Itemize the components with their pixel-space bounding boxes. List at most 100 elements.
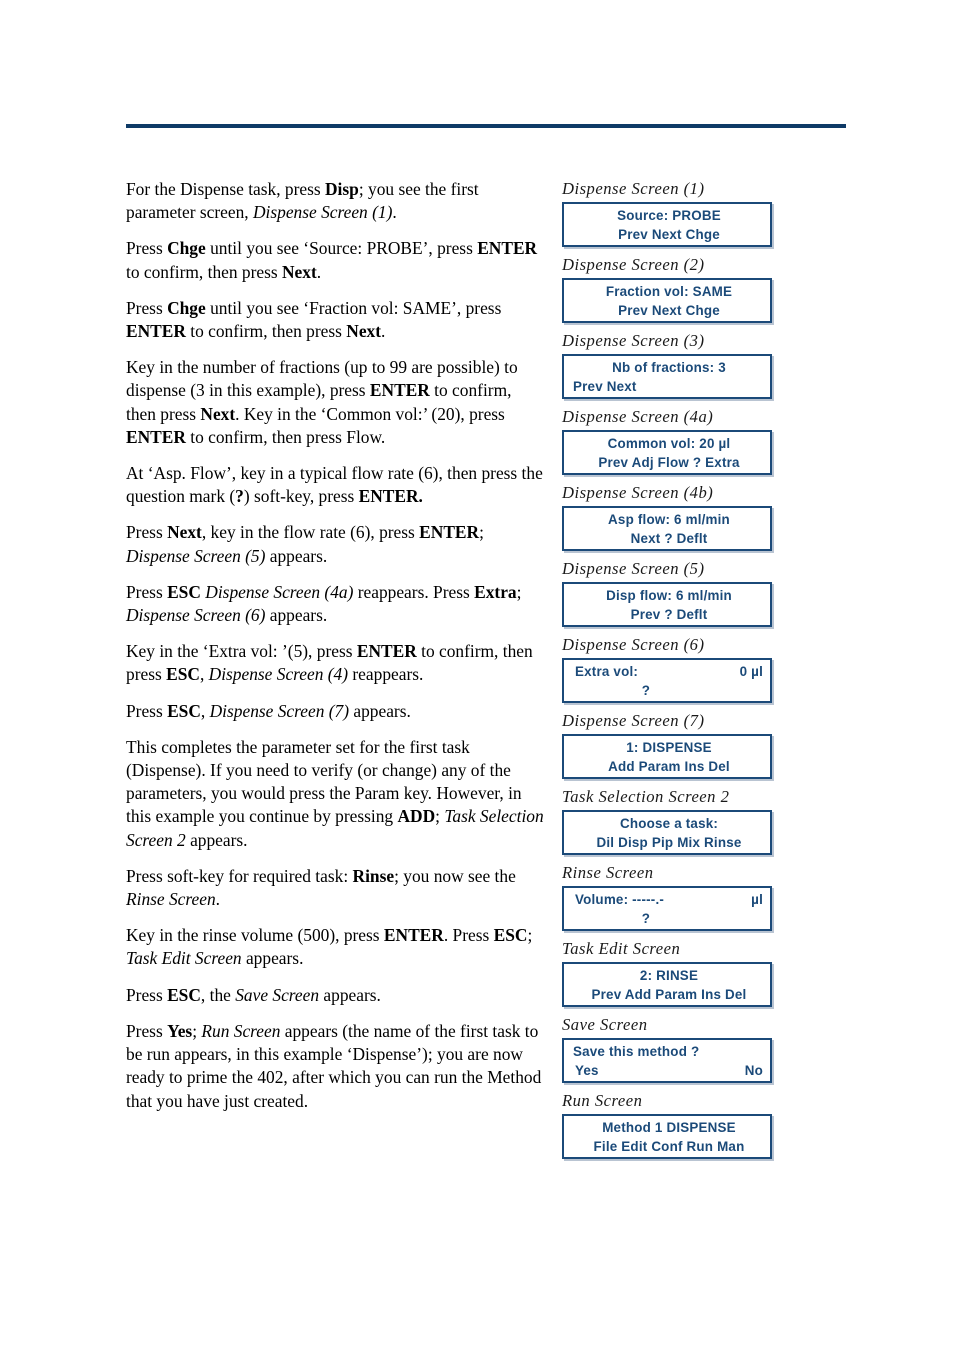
paragraph-text: Press bbox=[126, 1020, 168, 1041]
screen-reference: Task Edit Screen bbox=[126, 948, 242, 969]
paragraph-text: until you see ‘Fraction vol: SAME’, pres… bbox=[205, 297, 502, 318]
emphasis-key-label: ENTER bbox=[477, 238, 538, 259]
lcd-softkey-no[interactable]: No bbox=[745, 1061, 763, 1080]
lcd-softkey-row[interactable]: Prev Next Chge bbox=[564, 301, 774, 320]
lcd-row-1: Method 1 DISPENSE bbox=[602, 1120, 736, 1135]
screen-caption: Task Edit Screen bbox=[562, 939, 681, 958]
lcd-display: 2: RINSE Prev Add Param Ins Del bbox=[562, 962, 772, 1007]
screen-reference: Run Screen bbox=[201, 1020, 281, 1041]
paragraph-text: , bbox=[199, 664, 209, 685]
lcd-softkey-row[interactable]: ? bbox=[564, 909, 774, 928]
instruction-paragraph: At ‘Asp. Flow’, key in a typical flow ra… bbox=[126, 462, 544, 508]
emphasis-key-label: Chge bbox=[167, 297, 206, 318]
screen-illustration: Dispense Screen (4b) Asp flow: 6 ml/min Ne… bbox=[562, 482, 777, 551]
screen-reference: Dispense Screen (5) bbox=[126, 545, 266, 566]
paragraph-text: ; bbox=[192, 1020, 202, 1041]
paragraph-text: Press bbox=[126, 581, 168, 602]
paragraph-text: Key in the ‘Extra vol: ’(5), press bbox=[126, 641, 357, 662]
lcd-display: Common vol: 20 µl Prev Adj Flow ? Extra bbox=[562, 430, 772, 475]
lcd-softkey-row[interactable]: Prev Next bbox=[564, 377, 774, 396]
paragraph-text: Press bbox=[126, 297, 168, 318]
manual-page: For the Dispense task, press Disp; you s… bbox=[0, 0, 954, 1351]
screen-caption: Dispense Screen (4a) bbox=[562, 407, 714, 426]
paragraph-text: Press bbox=[126, 522, 168, 543]
lcd-softkey-row[interactable]: Prev Add Param Ins Del bbox=[564, 985, 774, 1004]
lcd-row-1: Save this method ? bbox=[573, 1044, 700, 1059]
paragraph-text: ; bbox=[527, 925, 533, 946]
instruction-paragraph: Press Chge until you see ‘Fraction vol: … bbox=[126, 297, 544, 343]
screen-illustration-column: Dispense Screen (1) Source: PROBE Prev Nex… bbox=[562, 178, 777, 1166]
paragraph-text: reappears. Press bbox=[353, 581, 475, 602]
paragraph-text: Press bbox=[126, 984, 168, 1005]
screen-caption: Task Selection Screen 2 bbox=[562, 787, 730, 806]
instruction-column: For the Dispense task, press Disp; you s… bbox=[126, 178, 544, 1113]
lcd-softkey-yes[interactable]: Yes bbox=[575, 1061, 599, 1080]
screen-caption: Dispense Screen (3) bbox=[562, 331, 705, 350]
instruction-paragraph: Key in the rinse volume (500), press ENT… bbox=[126, 924, 544, 970]
emphasis-key-label: ENTER. bbox=[358, 486, 423, 507]
paragraph-text: appears. bbox=[319, 984, 381, 1005]
screen-caption: Dispense Screen (2) bbox=[562, 255, 705, 274]
paragraph-text: , key in the flow rate (6), press bbox=[201, 522, 420, 543]
paragraph-text: For the Dispense task, press bbox=[126, 179, 325, 199]
lcd-softkey-row[interactable]: File Edit Conf Run Man bbox=[564, 1137, 774, 1156]
lcd-display: Asp flow: 6 ml/min Next ? Deflt bbox=[562, 506, 772, 551]
screen-reference: Dispense Screen (4a) bbox=[205, 581, 354, 602]
lcd-softkey-row[interactable]: Next ? Deflt bbox=[564, 529, 774, 548]
paragraph-text: Press bbox=[126, 238, 168, 259]
instruction-paragraph: Press ESC, the Save Screen appears. bbox=[126, 984, 544, 1007]
emphasis-key-label: ESC bbox=[167, 984, 201, 1005]
emphasis-key-label: Rinse bbox=[352, 865, 395, 886]
screen-reference: Dispense Screen (6) bbox=[126, 605, 266, 626]
lcd-row-1: 1: DISPENSE bbox=[626, 740, 712, 755]
screen-reference: Dispense Screen (7) bbox=[209, 700, 350, 721]
lcd-softkey-row[interactable]: Prev Next Chge bbox=[564, 225, 774, 244]
screen-caption: Rinse Screen bbox=[562, 863, 654, 882]
paragraph-text: appears. bbox=[185, 829, 248, 850]
paragraph-text: , the bbox=[200, 984, 236, 1005]
lcd-softkey-row[interactable]: Prev Adj Flow ? Extra bbox=[564, 453, 774, 472]
lcd-softkey-row[interactable]: Dil Disp Pip Mix Rinse bbox=[564, 833, 774, 852]
instruction-paragraph: Key in the number of fractions (up to 99… bbox=[126, 356, 544, 449]
screen-reference: Dispense Screen (4) bbox=[208, 664, 349, 685]
lcd-field-label: Extra vol: bbox=[575, 664, 639, 679]
lcd-display: Source: PROBE Prev Next Chge bbox=[562, 202, 772, 247]
emphasis-key-label: Disp bbox=[325, 179, 359, 199]
emphasis-key-label: ESC bbox=[166, 664, 200, 685]
paragraph-text: appears. bbox=[349, 700, 411, 721]
paragraph-text: appears. bbox=[265, 545, 328, 566]
lcd-display: Fraction vol: SAME Prev Next Chge bbox=[562, 278, 772, 323]
screen-illustration: Task Edit Screen 2: RINSE Prev Add Param I… bbox=[562, 938, 777, 1007]
screen-illustration: Save Screen Save this method ? Yes No bbox=[562, 1014, 777, 1083]
paragraph-text: ; you now see the bbox=[394, 865, 516, 886]
emphasis-key-label: ENTER bbox=[356, 641, 417, 662]
lcd-softkey-row[interactable]: Prev ? Deflt bbox=[564, 605, 774, 624]
emphasis-key-label: Yes bbox=[167, 1020, 193, 1041]
emphasis-key-label: ENTER bbox=[383, 925, 444, 946]
lcd-display: Volume: -----.- µl? bbox=[562, 886, 772, 931]
instruction-paragraph: Press ESC, Dispense Screen (7) appears. bbox=[126, 700, 544, 723]
lcd-softkey-row[interactable]: ? bbox=[564, 681, 774, 700]
lcd-row-1: Common vol: 20 µl bbox=[607, 436, 731, 451]
lcd-display: Method 1 DISPENSE File Edit Conf Run Man bbox=[562, 1114, 772, 1159]
paragraph-text: . Key in the ‘Common vol:’ (20), press bbox=[235, 403, 505, 424]
paragraph-text: reappears. bbox=[348, 664, 424, 685]
lcd-row-1: Fraction vol: SAME bbox=[605, 284, 733, 299]
paragraph-text: ; bbox=[435, 806, 445, 827]
lcd-row-1: 2: RINSE bbox=[639, 968, 699, 983]
instruction-paragraph: Press ESC Dispense Screen (4a) reappears… bbox=[126, 581, 544, 627]
emphasis-key-label: Next bbox=[167, 522, 202, 543]
emphasis-key-label: ADD bbox=[397, 806, 436, 827]
screen-illustration: Dispense Screen (6) Extra vol: 0 µl? bbox=[562, 634, 777, 703]
paragraph-text: ) soft-key, press bbox=[243, 486, 359, 507]
screen-illustration: Dispense Screen (7) 1: DISPENSE Add Param … bbox=[562, 710, 777, 779]
lcd-softkey-row[interactable]: Add Param Ins Del bbox=[564, 757, 774, 776]
screen-illustration: Task Selection Screen 2 Choose a task: Dil… bbox=[562, 786, 777, 855]
screen-caption: Dispense Screen (1) bbox=[562, 179, 705, 198]
emphasis-key-label: Extra bbox=[474, 581, 517, 602]
lcd-row-1: Nb of fractions: 3 bbox=[612, 360, 726, 375]
paragraph-text: . bbox=[392, 202, 397, 223]
paragraph-text: , bbox=[200, 700, 210, 721]
paragraph-text: until you see ‘Source: PROBE’, press bbox=[205, 238, 478, 259]
emphasis-key-label: ENTER bbox=[126, 426, 186, 447]
